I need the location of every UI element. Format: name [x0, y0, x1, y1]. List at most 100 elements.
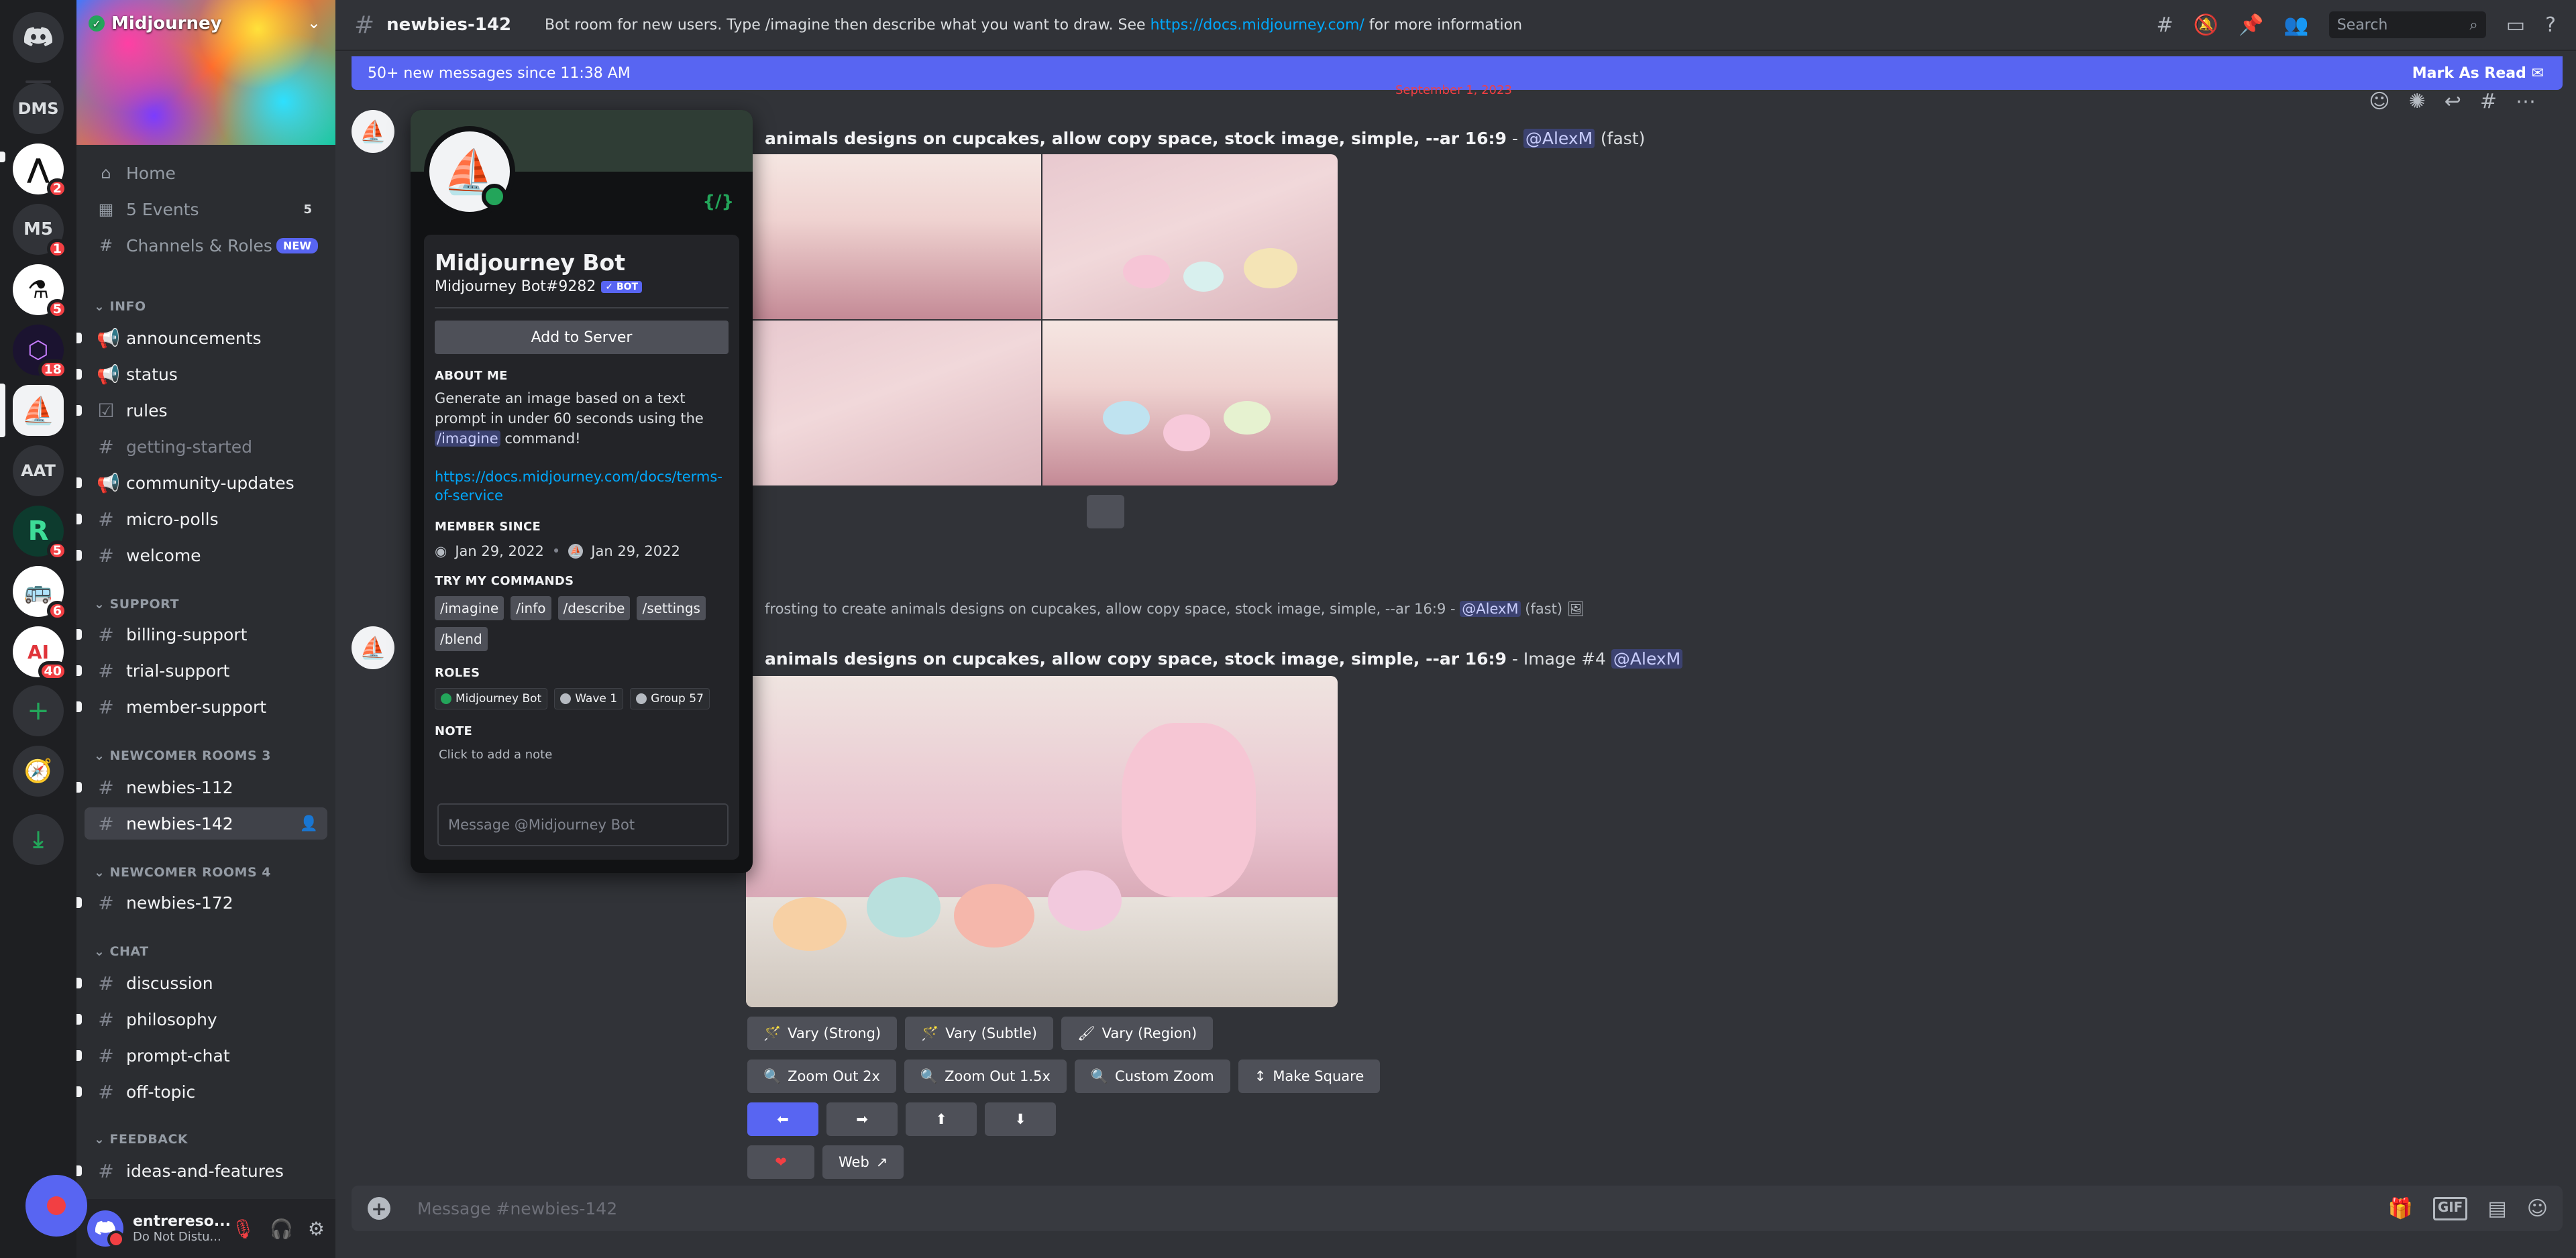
avatar[interactable]: ⛵ — [352, 626, 394, 669]
docs-link[interactable]: https://docs.midjourney.com/ — [1150, 17, 1364, 34]
channel-off-topic[interactable]: # off-topic — [76, 1076, 327, 1108]
grid-image-3[interactable] — [746, 321, 1041, 485]
vary-strong-button[interactable]: 🪄 Vary (Strong) — [747, 1017, 898, 1050]
super-reaction-icon[interactable]: ✺ — [2409, 90, 2426, 113]
channel-micro-polls[interactable]: # micro-polls — [76, 503, 327, 535]
member-list-icon[interactable]: 👥 — [2284, 13, 2308, 37]
category-feedback[interactable]: ⌄ FEEDBACK — [94, 1132, 188, 1147]
role-chip[interactable]: Group 57 — [630, 688, 710, 709]
pin-icon[interactable]: 📌 — [2239, 13, 2263, 37]
channel-topic[interactable]: Bot room for new users. Type /imagine th… — [545, 17, 1522, 34]
category-newcomer-3[interactable]: ⌄ NEWCOMER ROOMS 3 — [94, 748, 271, 763]
gift-icon[interactable]: 🎁 — [2387, 1197, 2412, 1220]
more-options-icon[interactable]: ⋯ — [2516, 90, 2536, 113]
channel-getting-started[interactable]: # getting-started — [85, 431, 327, 463]
avatar[interactable] — [87, 1210, 125, 1248]
channel-status[interactable]: 📢 status — [76, 358, 327, 390]
command-chip[interactable]: /imagine — [435, 596, 504, 620]
role-chip[interactable]: Wave 1 — [554, 688, 624, 709]
avatar[interactable]: ⛵ — [352, 110, 394, 153]
record-button[interactable] — [25, 1175, 87, 1237]
message-composer[interactable]: + Message #newbies-142 🎁 GIF ▤ ☺ — [352, 1186, 2563, 1231]
emoji-icon[interactable]: ☺ — [2527, 1197, 2548, 1220]
download-apps-button[interactable]: ⤓ — [13, 814, 64, 865]
channel-newbies-142[interactable]: # newbies-142 👤 — [85, 807, 327, 840]
gif-icon[interactable]: GIF — [2432, 1196, 2468, 1220]
vary-region-button[interactable]: 🖌 Vary (Region) — [1061, 1017, 1214, 1050]
role-chip[interactable]: Midjourney Bot — [435, 688, 548, 709]
headphones-icon[interactable]: 🎧 — [270, 1218, 293, 1240]
dm-message-input[interactable]: Message @Midjourney Bot — [437, 803, 729, 846]
pan-right-button[interactable]: ➡ — [826, 1102, 898, 1136]
command-chip[interactable]: /info — [511, 596, 551, 620]
channel-community-updates[interactable]: 📢 community-updates — [76, 467, 327, 499]
sticker-icon[interactable]: ▤ — [2487, 1197, 2506, 1220]
add-reaction-icon[interactable]: ☺ — [2369, 90, 2390, 113]
user-info[interactable]: entrereso... Do Not Distu... — [133, 1213, 231, 1244]
custom-zoom-button[interactable]: 🔍 Custom Zoom — [1074, 1060, 1230, 1093]
midjourney-server-button[interactable]: ⛵ — [13, 385, 64, 436]
image-grid[interactable] — [746, 154, 1338, 485]
grid-image-1[interactable] — [746, 154, 1041, 319]
reply-icon[interactable]: ↩ — [2445, 90, 2461, 113]
mark-as-read-button[interactable]: Mark As Read ✉ — [2412, 65, 2544, 82]
terms-link[interactable]: https://docs.midjourney.com/docs/terms-o… — [435, 467, 729, 505]
make-square-button[interactable]: ↕ Make Square — [1238, 1060, 1381, 1093]
channel-newbies-112[interactable]: # newbies-112 — [76, 771, 327, 803]
explore-servers-button[interactable]: 🧭 — [13, 746, 64, 797]
command-chip[interactable]: /describe — [557, 596, 631, 620]
avatar[interactable]: ⛵ — [424, 126, 515, 217]
channel-announcements[interactable]: 📢 announcements — [76, 322, 327, 354]
channel-prompt-chat[interactable]: # prompt-chat — [76, 1039, 327, 1072]
nav-home[interactable]: ⌂ Home — [85, 157, 327, 189]
add-server-button[interactable]: + — [13, 685, 64, 736]
channel-welcome[interactable]: # welcome — [76, 539, 327, 571]
category-chat[interactable]: ⌄ CHAT — [94, 944, 149, 959]
user-mention[interactable]: @AlexM — [1611, 649, 1683, 669]
server-icon-bus[interactable]: 🚌 6 — [13, 566, 68, 621]
user-mention[interactable]: @AlexM — [1523, 129, 1595, 148]
channel-philosophy[interactable]: # philosophy — [76, 1003, 327, 1035]
note-input[interactable]: Click to add a note — [435, 748, 729, 762]
server-icon-flask[interactable]: ⚗ 5 — [13, 264, 68, 319]
server-icon-r[interactable]: R 5 — [13, 506, 68, 561]
notification-bell-muted-icon[interactable]: 🔕 — [2194, 13, 2218, 37]
threads-icon[interactable]: # — [2156, 13, 2173, 37]
channel-billing-support[interactable]: # billing-support — [76, 618, 327, 650]
gear-icon[interactable]: ⚙ — [308, 1218, 325, 1240]
m5-server-button[interactable]: M5 1 — [13, 204, 68, 259]
server-icon-ai[interactable]: AI 40 — [13, 626, 68, 681]
user-mention[interactable]: @AlexM — [1460, 601, 1521, 617]
channel-trial-support[interactable]: # trial-support — [76, 654, 327, 687]
command-chip[interactable]: /settings — [637, 596, 706, 620]
discord-home-button[interactable] — [13, 12, 64, 63]
add-member-icon[interactable]: 👤 — [300, 815, 318, 832]
grid-image-4[interactable] — [1042, 321, 1338, 485]
nav-events[interactable]: ▦ 5 Events 5 — [85, 193, 327, 225]
pan-down-button[interactable]: ⬇ — [985, 1102, 1056, 1136]
imagine-command[interactable]: /imagine — [435, 431, 500, 447]
channel-rules[interactable]: ☑ rules — [76, 394, 327, 426]
server-header[interactable]: ✓ Midjourney — [89, 13, 222, 34]
channel-discussion[interactable]: # discussion — [76, 967, 327, 999]
channel-member-support[interactable]: # member-support — [76, 691, 327, 723]
web-link-button[interactable]: Web ↗ — [822, 1145, 904, 1179]
command-chip[interactable]: /blend — [435, 627, 488, 651]
aat-server-button[interactable]: AAT — [13, 445, 64, 496]
help-icon[interactable]: ? — [2545, 13, 2556, 37]
dms-server-button[interactable]: DMS — [13, 83, 64, 134]
upscaled-image[interactable] — [746, 676, 1338, 1007]
mute-mic-icon[interactable]: 🎙 — [231, 1218, 255, 1240]
nav-channels-roles[interactable]: # Channels & Roles NEW — [85, 229, 327, 262]
pan-up-button[interactable]: ⬆ — [906, 1102, 977, 1136]
category-support[interactable]: ⌄ SUPPORT — [94, 597, 179, 612]
pan-left-button[interactable]: ⬅ — [747, 1102, 818, 1136]
server-icon-purple[interactable]: ⬡ 18 — [13, 325, 68, 380]
chevron-down-icon[interactable]: ⌄ — [307, 13, 321, 32]
inbox-icon[interactable]: ▭ — [2506, 13, 2525, 37]
zoom-out-2x-button[interactable]: 🔍 Zoom Out 2x — [747, 1060, 896, 1093]
partial-button[interactable] — [1087, 495, 1124, 528]
server-icon-a[interactable]: ⋀ 2 — [13, 144, 68, 198]
category-newcomer-4[interactable]: ⌄ NEWCOMER ROOMS 4 — [94, 865, 271, 880]
favorite-button[interactable]: ❤ — [747, 1145, 814, 1179]
